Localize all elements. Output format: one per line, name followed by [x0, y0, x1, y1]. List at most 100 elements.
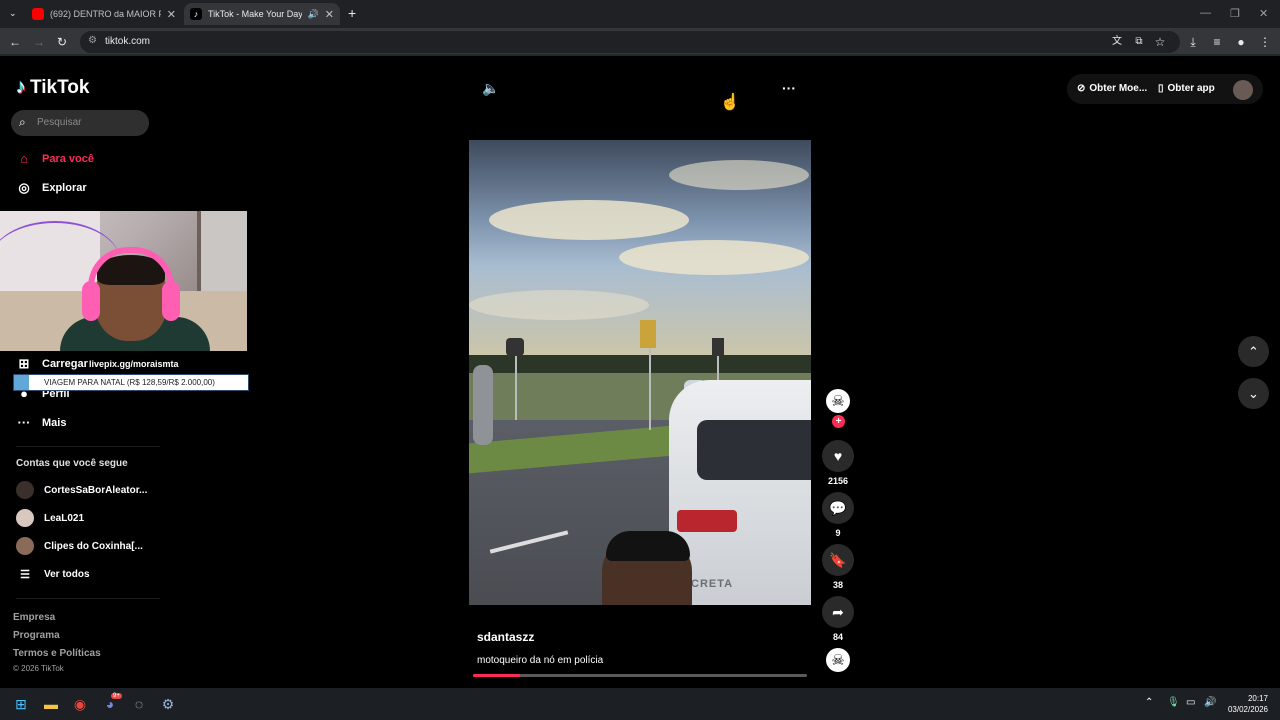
nav-for-you[interactable]: ⌂ Para você — [16, 151, 94, 166]
car-badge: CRETA — [691, 578, 734, 590]
chrome-icon[interactable]: ◉ — [70, 694, 90, 714]
network-icon[interactable]: ▭ — [1186, 697, 1195, 708]
tiktok-page: ♪ TikTok ⌕ Pesquisar ⌂ Para você ◎ Explo… — [0, 58, 1280, 688]
url-text: tiktok.com — [105, 36, 151, 47]
address-bar[interactable]: ⚙ tiktok.com — [80, 31, 1180, 53]
restore-icon[interactable]: ❐ — [1230, 7, 1240, 20]
nav-label: Explorar — [42, 182, 87, 194]
creator-avatar[interactable]: ☠ — [826, 389, 850, 413]
tray-chevron-icon[interactable]: ⌃ — [1145, 697, 1153, 708]
nav-upload[interactable]: ⊞ Carregar — [16, 356, 88, 372]
tiktok-logo[interactable]: ♪ TikTok — [16, 76, 89, 99]
share-icon[interactable]: ➦ — [822, 596, 854, 628]
get-app-button[interactable]: ▯ Obter app — [1158, 83, 1215, 94]
close-window-icon[interactable]: ✕ — [1259, 7, 1268, 20]
like-action[interactable]: ♥ 2156 — [822, 440, 854, 486]
get-app-label: Obter app — [1167, 83, 1215, 94]
sidebar-divider — [16, 598, 160, 599]
audio-playing-icon[interactable]: 🔊 — [308, 9, 319, 20]
get-coins-label: Obter Moe... — [1089, 83, 1148, 94]
following-item[interactable]: LeaL021 — [16, 509, 84, 527]
video-author[interactable]: sdantaszz — [477, 630, 534, 644]
speaker-icon[interactable]: 🔊 — [1204, 697, 1216, 708]
cloud — [619, 240, 809, 275]
person-cap — [606, 531, 690, 561]
video-caption: motoqueiro da nó em polícia — [477, 655, 604, 666]
microphone-icon[interactable]: 🎙 — [1167, 697, 1180, 708]
heart-icon[interactable]: ♥ — [822, 440, 854, 472]
see-all-following[interactable]: ☰ Ver todos — [16, 568, 90, 581]
following-name: LeaL021 — [44, 512, 85, 524]
video-progress-bar[interactable] — [473, 674, 807, 677]
close-tab-icon[interactable]: ✕ — [167, 8, 176, 21]
site-info-icon[interactable]: ⚙ — [88, 35, 97, 46]
media-control-icon[interactable]: ≡ — [1209, 34, 1225, 50]
search-icon: ⌕ — [19, 115, 26, 129]
compass-icon: ◎ — [18, 180, 30, 195]
following-item[interactable]: Clipes do Coxinha[... — [16, 537, 143, 555]
back-icon[interactable]: ← — [7, 34, 23, 50]
share-action[interactable]: ➦ 84 — [822, 596, 854, 642]
mouse-cursor-icon: ☝ — [720, 94, 740, 111]
cloud — [489, 200, 689, 240]
phone-icon: ▯ — [1158, 83, 1164, 94]
tab-search-icon[interactable]: ⌄ — [9, 8, 17, 19]
nav-explore[interactable]: ◎ Explorar — [16, 180, 87, 196]
music-disc-icon[interactable]: ☠ — [826, 648, 850, 672]
bookmark-icon[interactable]: 🔖 — [822, 544, 854, 576]
downloads-icon[interactable]: ⤓ — [1185, 34, 1201, 50]
install-app-icon[interactable]: ⧉ — [1131, 34, 1147, 50]
tab-youtube[interactable]: (692) DENTRO da MAIOR FAVELA ✕ — [26, 3, 182, 25]
new-tab-button[interactable]: + — [348, 5, 356, 21]
settings-gear-icon[interactable]: ⚙ — [158, 694, 178, 714]
footer-company[interactable]: Empresa — [13, 612, 55, 623]
translate-icon[interactable]: 文 — [1109, 34, 1125, 50]
copyright-text: © 2026 TikTok — [13, 664, 64, 673]
footer-program[interactable]: Programa — [13, 630, 60, 641]
menu-kebab-icon[interactable]: ⋮ — [1257, 34, 1273, 50]
more-dots-icon: ··· — [17, 415, 31, 430]
obs-icon[interactable]: ◌ — [129, 694, 149, 714]
video-player[interactable]: CRETA — [469, 140, 811, 605]
bookmark-star-icon[interactable]: ☆ — [1152, 34, 1168, 50]
road-sign — [712, 338, 724, 356]
taskbar-clock[interactable]: 20:17 03/02/2026 — [1228, 693, 1268, 715]
avatar — [16, 481, 34, 499]
forward-icon[interactable]: → — [31, 34, 47, 50]
follow-plus-button[interactable]: + — [832, 415, 845, 428]
user-avatar[interactable] — [1233, 80, 1253, 100]
discord-badge: 9+ — [111, 693, 122, 699]
comment-action[interactable]: 💬 9 — [822, 492, 854, 538]
video-trees — [469, 355, 811, 375]
search-input[interactable]: ⌕ Pesquisar — [11, 110, 149, 136]
volume-icon[interactable]: 🔈 — [482, 80, 499, 97]
file-explorer-icon[interactable]: ▬ — [41, 694, 61, 714]
close-tab-icon[interactable]: ✕ — [325, 8, 334, 21]
more-options-icon[interactable]: ··· — [782, 80, 796, 96]
minimize-icon[interactable]: — — [1200, 7, 1211, 19]
sign-pole — [515, 350, 517, 420]
person-left — [473, 365, 493, 445]
car-taillight — [677, 510, 737, 532]
tab-tiktok[interactable]: ♪ TikTok - Make Your Day 🔊 ✕ — [184, 3, 340, 25]
like-count: 2156 — [827, 476, 849, 486]
profile-avatar-icon[interactable]: ● — [1233, 34, 1249, 50]
comment-icon[interactable]: 💬 — [822, 492, 854, 524]
next-video-button[interactable]: ⌄ — [1238, 378, 1269, 409]
sign-pole — [649, 340, 651, 430]
windows-start-icon[interactable]: ⊞ — [11, 694, 31, 714]
previous-video-button[interactable]: ⌃ — [1238, 336, 1269, 367]
nav-more[interactable]: ··· Mais — [16, 415, 67, 430]
logo-text: TikTok — [30, 76, 90, 98]
headphone-left — [82, 281, 100, 321]
get-coins-button[interactable]: ⊘ Obter Moe... — [1077, 83, 1147, 94]
following-item[interactable]: CortesSaBorAleator... — [16, 481, 147, 499]
nav-label: Carregar — [42, 358, 88, 370]
reload-icon[interactable]: ↻ — [54, 34, 70, 50]
save-action[interactable]: 🔖 38 — [822, 544, 854, 590]
see-all-label: Ver todos — [44, 569, 90, 580]
footer-terms[interactable]: Termos e Políticas — [13, 648, 101, 659]
save-count: 38 — [832, 580, 843, 590]
search-placeholder: Pesquisar — [37, 117, 82, 128]
donation-goal-text: VIAGEM PARA NATAL (R$ 128,59/R$ 2.000,00… — [44, 378, 215, 387]
